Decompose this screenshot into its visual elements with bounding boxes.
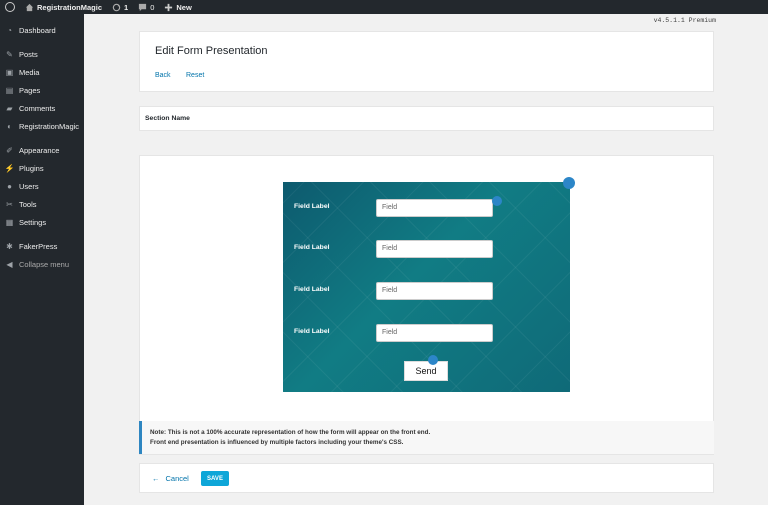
comments-icon: ▰ [6, 103, 13, 113]
field-label[interactable]: Field Label [294, 328, 330, 335]
form-row: Field Label Field [283, 282, 570, 300]
media-icon: ▣ [5, 67, 14, 77]
footer-panel: ← Cancel SAVE [139, 463, 714, 493]
sidebar-item-fakerpress[interactable]: ✱ FakerPress [0, 237, 84, 255]
field-label[interactable]: Field Label [294, 286, 330, 293]
page-title: Edit Form Presentation [155, 45, 268, 57]
field-input[interactable]: Field [376, 240, 493, 258]
cancel-link[interactable]: ← Cancel [152, 474, 189, 483]
registrationmagic-icon: ◐ [7, 121, 12, 131]
admin-bar: RegistrationMagic 1 0 New [0, 0, 768, 14]
send-button[interactable]: Send [404, 361, 448, 381]
admin-sidebar: ◔ Dashboard ✎ Posts ▣ Media ▤ Pages ▰ Co… [0, 14, 84, 505]
arrow-left-icon: ← [152, 474, 160, 483]
sidebar-item-registrationmagic[interactable]: ◐ RegistrationMagic [0, 117, 84, 135]
header-panel: Edit Form Presentation Back Reset [139, 31, 714, 92]
field-input[interactable]: Field [376, 199, 493, 217]
reset-link[interactable]: Reset [186, 72, 204, 79]
pages-icon: ▤ [5, 85, 14, 95]
field-resize-handle[interactable] [492, 196, 502, 206]
wrench-icon: ✂ [6, 199, 13, 209]
sidebar-item-plugins[interactable]: ⚡ Plugins [0, 159, 84, 177]
wordpress-logo-button[interactable] [0, 0, 20, 14]
brush-icon: ✐ [6, 145, 13, 155]
form-resize-handle[interactable] [563, 177, 575, 189]
sidebar-item-appearance[interactable]: ✐ Appearance [0, 141, 84, 159]
form-row: Field Label Field [283, 240, 570, 258]
updates-icon [112, 3, 121, 11]
version-label: v4.5.1.1 Premium [653, 17, 716, 24]
pin-icon: ✎ [6, 49, 13, 59]
sidebar-item-pages[interactable]: ▤ Pages [0, 81, 84, 99]
sidebar-item-users[interactable]: ● Users [0, 177, 84, 195]
form-row: Field Label Field [283, 324, 570, 342]
save-button[interactable]: SAVE [201, 471, 229, 486]
fakerpress-icon: ✱ [6, 241, 13, 251]
button-resize-handle[interactable] [428, 355, 438, 365]
plugin-icon: ⚡ [4, 163, 15, 173]
field-label[interactable]: Field Label [294, 203, 330, 210]
users-icon: ● [7, 181, 12, 191]
sidebar-item-dashboard[interactable]: ◔ Dashboard [0, 21, 84, 39]
note-line-2: Front end presentation is influenced by … [150, 439, 404, 446]
sidebar-item-comments[interactable]: ▰ Comments [0, 99, 84, 117]
comment-icon [139, 3, 147, 11]
back-link[interactable]: Back [155, 72, 171, 79]
plus-icon [165, 3, 173, 11]
dashboard-icon: ◔ [7, 25, 12, 35]
collapse-menu-button[interactable]: ◀ Collapse menu [0, 255, 84, 273]
new-content-link[interactable]: New [159, 0, 196, 14]
form-row: Field Label Field [283, 199, 570, 217]
wordpress-icon [5, 2, 15, 12]
home-icon [25, 3, 34, 11]
field-input[interactable]: Field [376, 282, 493, 300]
note-line-1: Note: This is not a 100% accurate repres… [150, 429, 431, 436]
field-label[interactable]: Field Label [294, 244, 330, 251]
sidebar-item-settings[interactable]: ▦ Settings [0, 213, 84, 231]
collapse-icon: ◀ [6, 259, 13, 269]
preview-note: Note: This is not a 100% accurate repres… [139, 421, 714, 454]
sidebar-item-posts[interactable]: ✎ Posts [0, 45, 84, 63]
settings-icon: ▦ [5, 217, 14, 227]
section-header: Section Name [139, 106, 714, 131]
site-name-link[interactable]: RegistrationMagic [20, 0, 107, 14]
section-name: Section Name [145, 115, 190, 122]
comments-link[interactable]: 0 [133, 0, 159, 14]
sidebar-item-media[interactable]: ▣ Media [0, 63, 84, 81]
updates-link[interactable]: 1 [107, 0, 133, 14]
sidebar-item-tools[interactable]: ✂ Tools [0, 195, 84, 213]
field-input[interactable]: Field [376, 324, 493, 342]
